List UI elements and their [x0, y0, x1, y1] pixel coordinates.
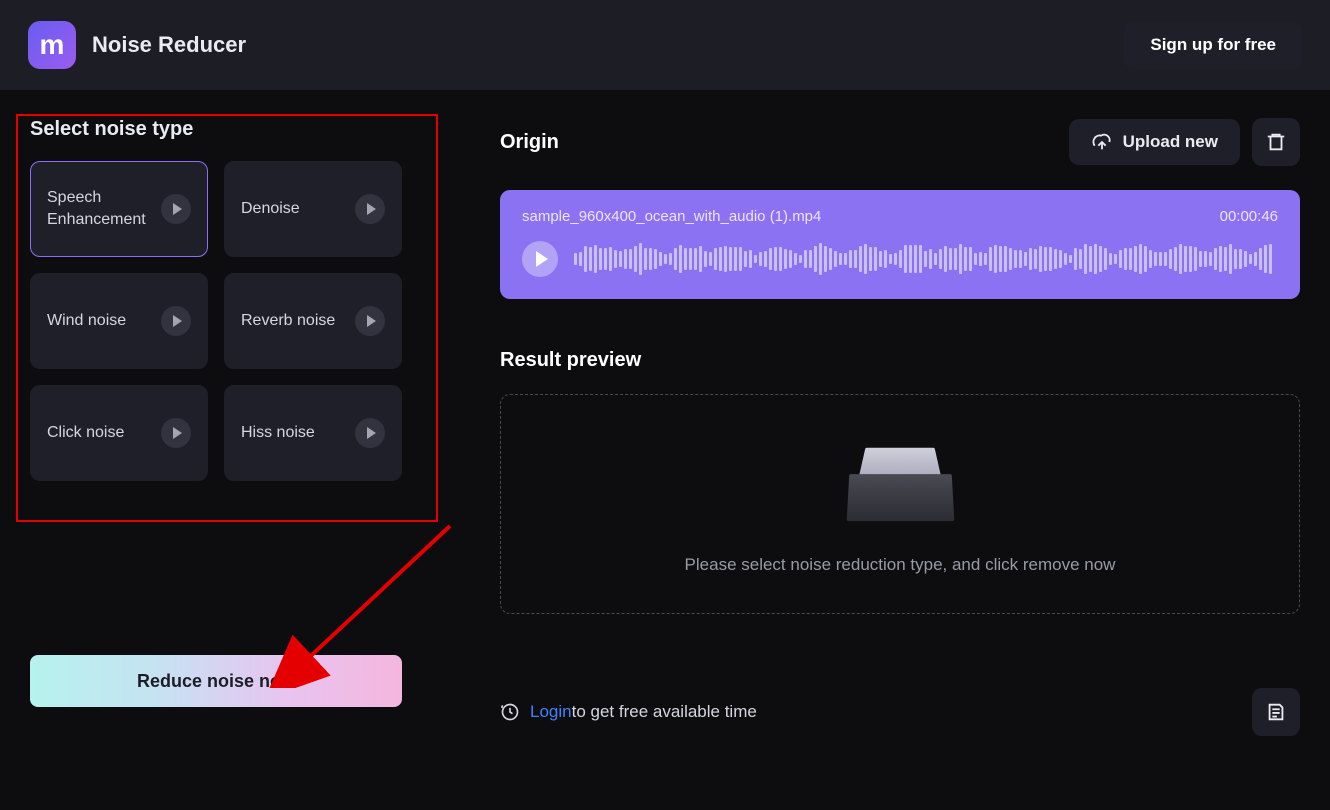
- signup-button[interactable]: Sign up for free: [1124, 21, 1302, 69]
- feedback-button[interactable]: [1252, 688, 1300, 736]
- origin-duration: 00:00:46: [1220, 208, 1278, 225]
- upload-new-label: Upload new: [1123, 132, 1218, 152]
- noise-preview-play-button[interactable]: [161, 194, 191, 224]
- noise-type-label: Speech Enhancement: [47, 187, 161, 230]
- noise-type-label: Click noise: [47, 422, 161, 444]
- clock-icon: [500, 702, 520, 722]
- right-panel: Origin Upload new sample_960x400_ocean_w…: [500, 118, 1300, 736]
- empty-tray-icon: [848, 433, 953, 521]
- noise-type-label: Wind noise: [47, 310, 161, 332]
- play-icon: [367, 427, 376, 439]
- result-message: Please select noise reduction type, and …: [685, 555, 1116, 575]
- delete-button[interactable]: [1252, 118, 1300, 166]
- noise-type-click-noise[interactable]: Click noise: [30, 385, 208, 481]
- noise-preview-play-button[interactable]: [355, 418, 385, 448]
- origin-play-button[interactable]: [522, 241, 558, 277]
- result-preview-box: Please select noise reduction type, and …: [500, 394, 1300, 614]
- origin-waveform[interactable]: [574, 241, 1278, 277]
- footer-row: Login to get free available time: [500, 688, 1300, 736]
- play-icon: [173, 203, 182, 215]
- noise-type-label: Reverb noise: [241, 310, 355, 332]
- play-icon: [536, 251, 548, 267]
- left-panel: Select noise type Speech Enhancement Deno…: [30, 118, 464, 736]
- note-icon: [1265, 701, 1287, 723]
- upload-icon: [1091, 131, 1113, 153]
- header: m Noise Reducer Sign up for free: [0, 0, 1330, 90]
- noise-type-wind-noise[interactable]: Wind noise: [30, 273, 208, 369]
- upload-new-button[interactable]: Upload new: [1069, 119, 1240, 165]
- noise-type-grid: Speech Enhancement Denoise Wind noise Rever…: [30, 161, 464, 481]
- app-title: Noise Reducer: [92, 32, 246, 58]
- play-icon: [367, 315, 376, 327]
- noise-type-reverb-noise[interactable]: Reverb noise: [224, 273, 402, 369]
- login-link[interactable]: Login: [530, 702, 572, 722]
- play-icon: [173, 315, 182, 327]
- noise-type-label: Hiss noise: [241, 422, 355, 444]
- result-heading: Result preview: [500, 349, 1300, 372]
- noise-type-speech-enhancement[interactable]: Speech Enhancement: [30, 161, 208, 257]
- noise-type-hiss-noise[interactable]: Hiss noise: [224, 385, 402, 481]
- origin-heading: Origin: [500, 131, 559, 154]
- noise-preview-play-button[interactable]: [355, 306, 385, 336]
- play-icon: [173, 427, 182, 439]
- footer-text: to get free available time: [572, 702, 757, 722]
- origin-filename: sample_960x400_ocean_with_audio (1).mp4: [522, 208, 821, 225]
- noise-type-label: Denoise: [241, 198, 355, 220]
- origin-audio-card: sample_960x400_ocean_with_audio (1).mp4 …: [500, 190, 1300, 299]
- play-icon: [367, 203, 376, 215]
- app-logo: m: [28, 21, 76, 69]
- trash-icon: [1265, 131, 1287, 153]
- noise-preview-play-button[interactable]: [355, 194, 385, 224]
- reduce-noise-button[interactable]: Reduce noise now: [30, 655, 402, 707]
- noise-type-denoise[interactable]: Denoise: [224, 161, 402, 257]
- noise-preview-play-button[interactable]: [161, 306, 191, 336]
- noise-preview-play-button[interactable]: [161, 418, 191, 448]
- select-noise-heading: Select noise type: [30, 118, 464, 141]
